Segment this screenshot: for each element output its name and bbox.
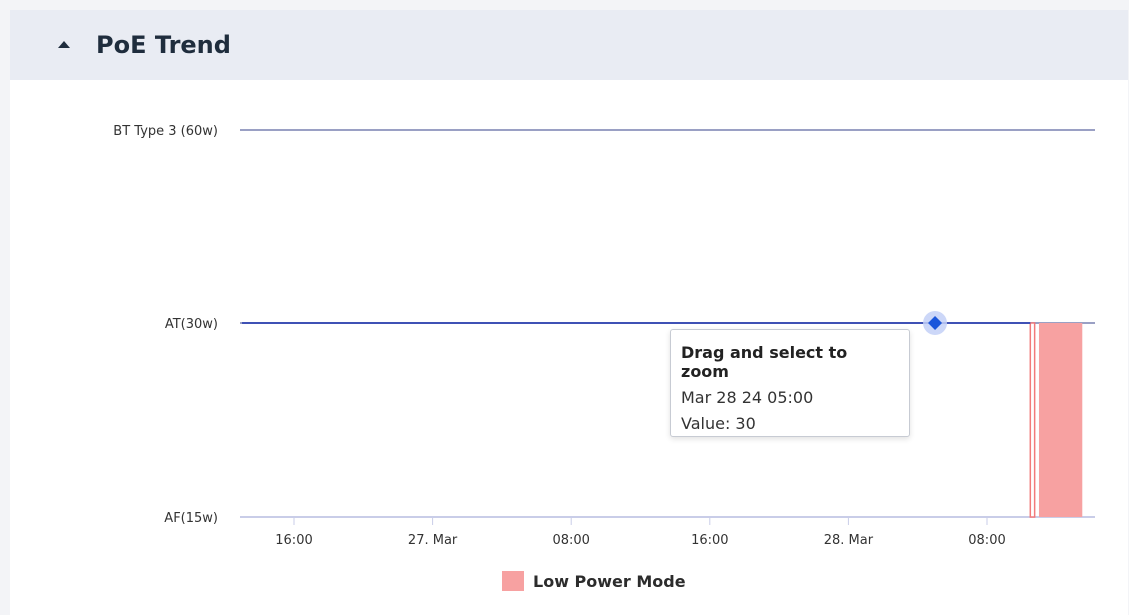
tooltip-value: Value: 30 [681, 414, 756, 433]
chart-tooltip: Drag and select to zoom Mar 28 24 05:00 … [670, 329, 910, 437]
y-tick-label: AF(15w) [164, 511, 218, 526]
legend-label: Low Power Mode [533, 571, 686, 591]
low-power-band [1038, 323, 1083, 517]
y-tick-label: BT Type 3 (60w) [113, 124, 218, 139]
x-tick-label: 08:00 [968, 533, 1005, 548]
x-tick-label: 08:00 [552, 533, 589, 548]
x-tick-label: 16:00 [691, 533, 728, 548]
tooltip-date: Mar 28 24 05:00 [681, 388, 814, 407]
x-tick-label: 16:00 [275, 533, 312, 548]
legend-swatch [502, 571, 524, 591]
poe-trend-chart[interactable]: AF(15w) AT(30w) BT Type 3 (60w) 16:00 27. Ma… [0, 0, 1129, 615]
legend-item-low-power-mode[interactable]: Low Power Mode [502, 571, 686, 591]
x-tick-label: 28. Mar [824, 533, 874, 548]
y-tick-label: AT(30w) [165, 317, 218, 332]
low-power-band [1029, 322, 1036, 518]
tooltip-title: Drag and select to zoom [681, 343, 848, 381]
x-tick-label: 27. Mar [408, 533, 458, 548]
